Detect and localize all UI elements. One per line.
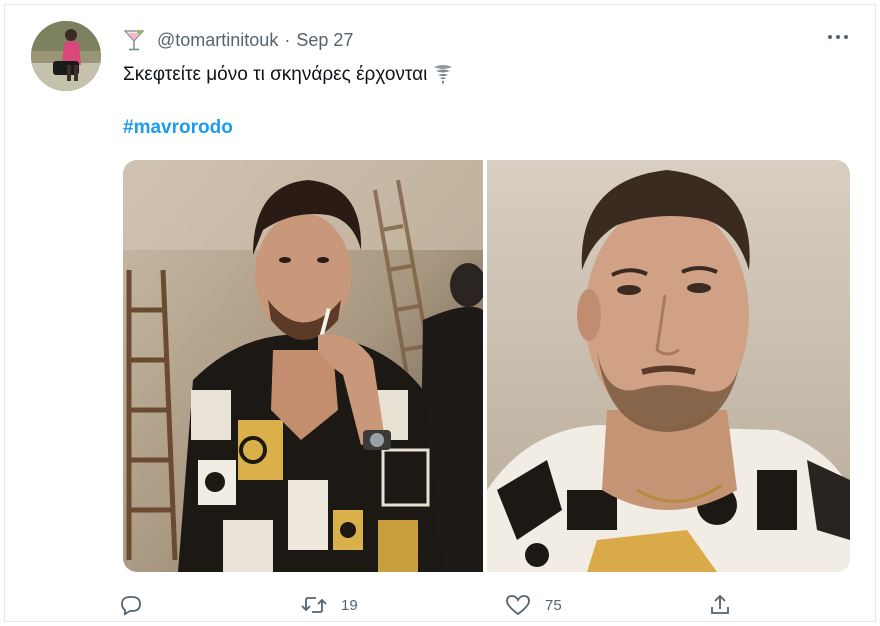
reply-button[interactable] — [119, 593, 157, 617]
retweet-icon — [301, 597, 327, 613]
share-button[interactable] — [708, 593, 746, 617]
like-button[interactable]: 75 — [505, 593, 562, 617]
avatar[interactable] — [31, 21, 101, 91]
photo-right[interactable] — [487, 160, 850, 572]
share-icon — [711, 594, 729, 614]
reply-icon — [121, 596, 141, 616]
more-dot-icon — [844, 35, 848, 39]
tweet-date[interactable]: Sep 27 — [296, 30, 353, 51]
media-grid — [123, 160, 850, 572]
retweet-count: 19 — [341, 596, 358, 614]
more-dot-icon — [828, 35, 832, 39]
hashtag-link[interactable]: #mavrorodo — [123, 117, 233, 139]
more-options-button[interactable] — [823, 25, 853, 49]
heart-icon — [506, 595, 530, 616]
tornado-icon — [433, 63, 453, 87]
user-handle[interactable]: @tomartinitouk — [157, 30, 278, 51]
like-count: 75 — [545, 596, 562, 614]
header-separator: · — [284, 29, 291, 50]
tweet-card[interactable]: @tomartinitouk · Sep 27 Σκεφτείτε μόνο τ… — [4, 4, 876, 622]
photo-left[interactable] — [123, 160, 483, 572]
tweet-text-content: Σκεφτείτε μόνο τι σκηνάρες έρχονται — [123, 64, 428, 85]
retweet-button[interactable]: 19 — [301, 593, 358, 617]
more-dot-icon — [836, 35, 840, 39]
tweet-actions: 19 75 — [5, 593, 880, 619]
tweet-text: Σκεφτείτε μόνο τι σκηνάρες έρχονται — [123, 63, 453, 87]
cocktail-glass-icon — [123, 28, 145, 52]
tweet-header: @tomartinitouk · Sep 27 — [123, 27, 353, 53]
